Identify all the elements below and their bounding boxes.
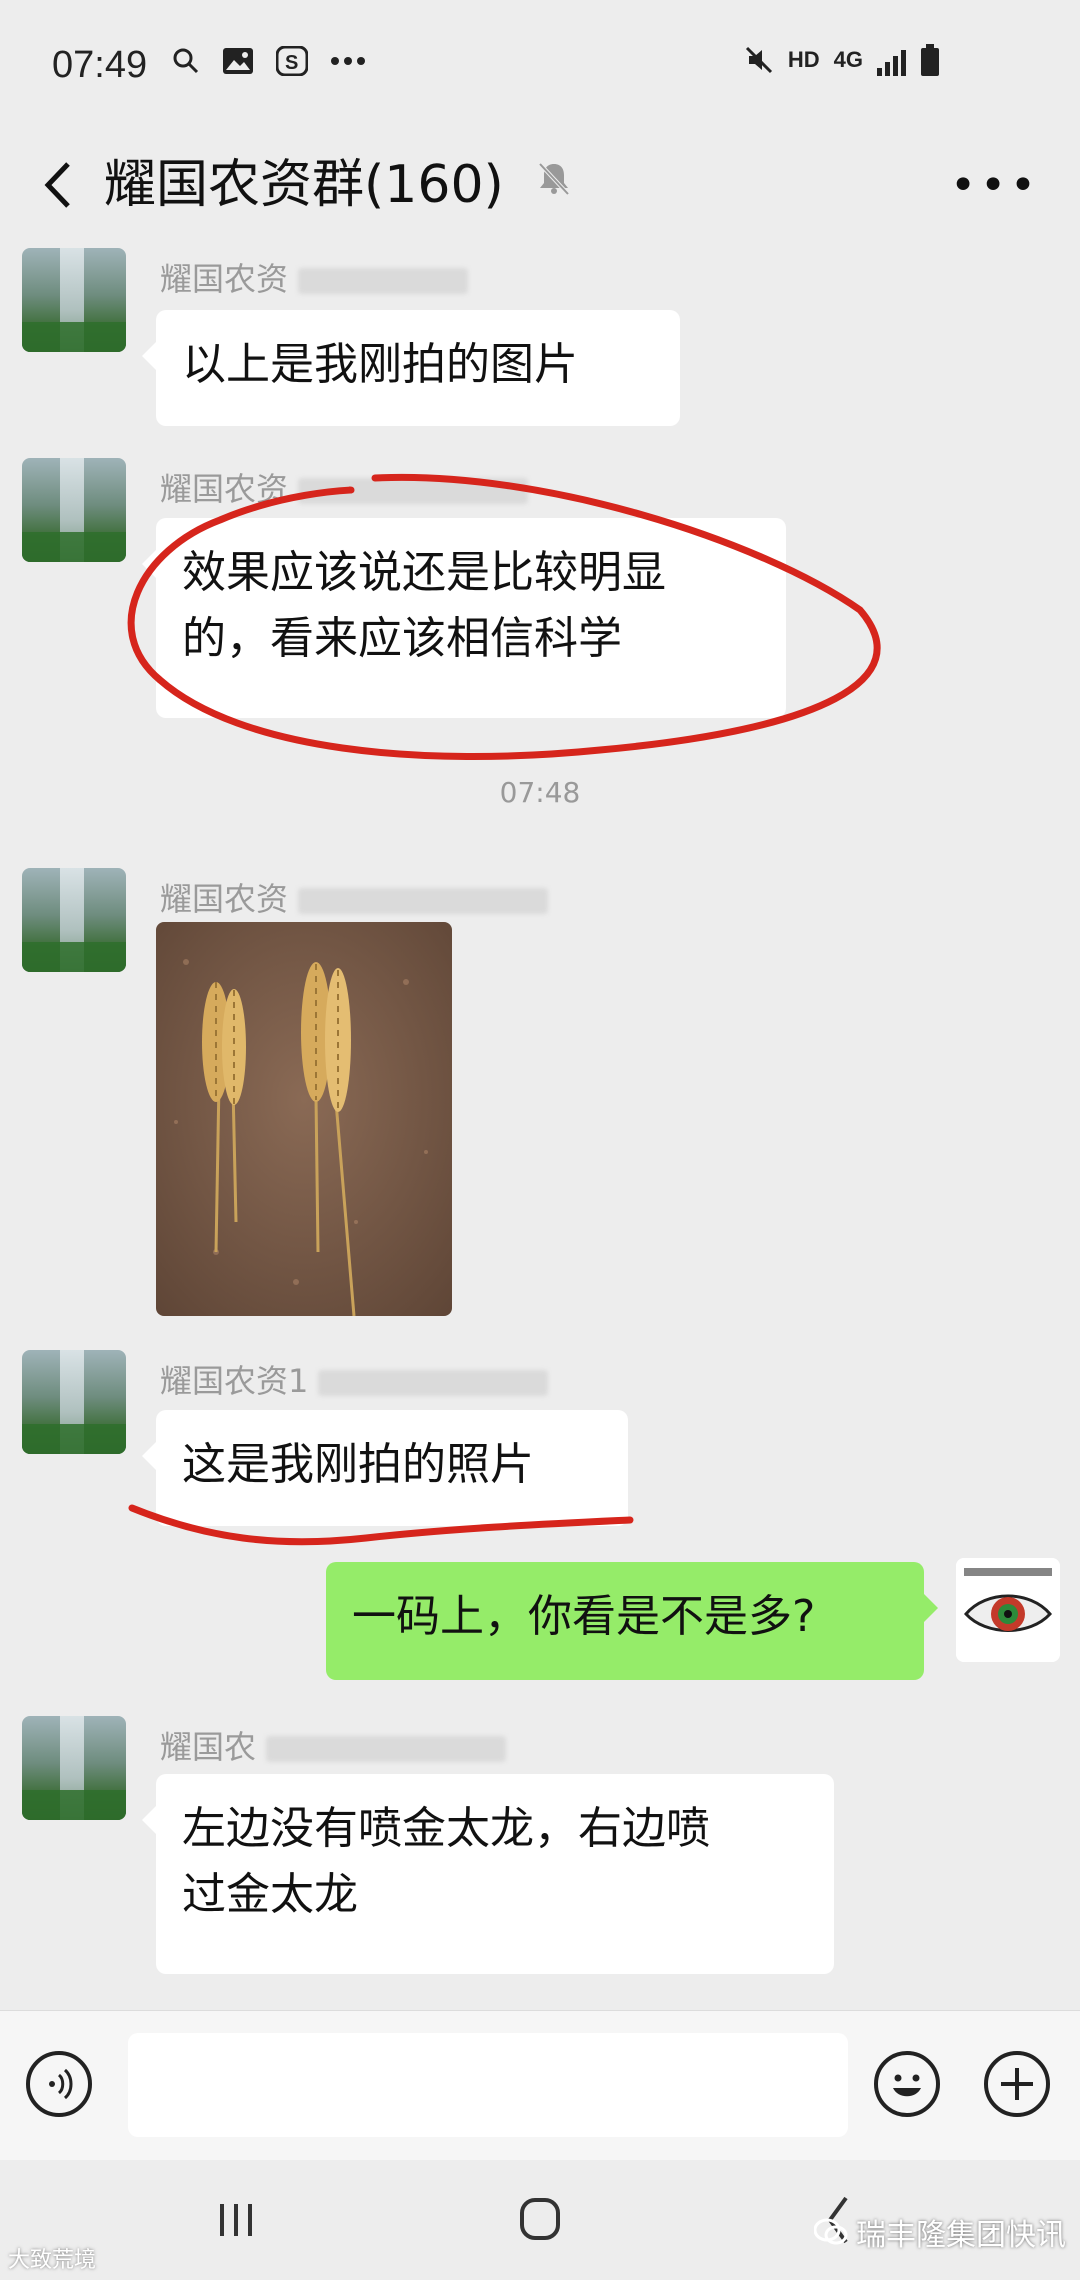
smiley-face-icon — [893, 2074, 921, 2097]
sender-avatar[interactable] — [22, 868, 126, 972]
silent-mode-icon — [745, 46, 772, 74]
sender-avatar[interactable] — [22, 248, 126, 352]
sender-avatar[interactable] — [22, 1716, 126, 1820]
chat-area[interactable]: 耀国农资 以上是我刚拍的图片 耀国农资 效果应该说还是比较明显 的，看来应该相信… — [0, 240, 1080, 2010]
signal-icon — [877, 44, 906, 76]
voice-icon[interactable] — [26, 2051, 92, 2117]
wheat-photo-message[interactable] — [156, 922, 452, 1316]
input-bar — [0, 2010, 1080, 2161]
message-text: 一码上，你看是不是多? — [352, 1591, 816, 1642]
emoji-icon[interactable] — [874, 2051, 940, 2117]
message-bubble[interactable]: 左边没有喷金太龙，右边喷 过金太龙 — [142, 1774, 834, 1974]
watermark-right: 瑞丰隆集团快讯 — [814, 2210, 1066, 2254]
hd-indicator: HD — [787, 47, 820, 72]
gallery-notification-icon — [223, 48, 253, 74]
status-bar: 07:49 S HD 4G — [0, 0, 1080, 130]
sender-avatar[interactable] — [22, 1350, 126, 1454]
sender-name: 耀国农 — [160, 1722, 507, 1768]
wechat-official-icon — [814, 2218, 848, 2245]
sender-name: 耀国农资1 — [160, 1356, 549, 1402]
status-notification-icons: S — [172, 46, 366, 76]
back-arrow-icon[interactable] — [30, 150, 90, 220]
mute-icon — [538, 162, 570, 196]
home-icon[interactable] — [500, 2190, 580, 2250]
self-avatar[interactable] — [956, 1558, 1060, 1662]
recents-icon[interactable] — [196, 2190, 276, 2250]
s-app-notification-icon: S — [276, 46, 308, 76]
wheat-photo — [156, 922, 452, 1316]
sender-avatar[interactable] — [22, 458, 126, 562]
more-icon[interactable]: ••• — [950, 160, 1040, 211]
red-circle-annotation — [127, 473, 881, 761]
message-input[interactable] — [128, 2033, 848, 2137]
sender-name: 耀国农资 — [160, 254, 469, 300]
eye-avatar-image — [956, 1558, 1060, 1662]
voice-wave-icon — [49, 2068, 73, 2100]
search-notification-icon — [173, 48, 199, 74]
red-underline-annotation — [128, 1504, 634, 1546]
plus-cross-icon — [1001, 2068, 1033, 2100]
message-bubble[interactable]: 以上是我刚拍的图片 — [142, 310, 680, 426]
message-text: 以上是我刚拍的图片 — [182, 339, 578, 390]
status-system-icons: HD 4G — [744, 44, 940, 76]
message-text: 这是我刚拍的照片 — [182, 1439, 534, 1490]
system-navigation-bar: 大致荒境 瑞丰隆集团快讯 — [0, 2160, 1080, 2280]
svg-text:S: S — [285, 52, 298, 74]
chat-title: 耀国农资群(160) — [104, 155, 504, 215]
sender-name: 耀国农资 — [160, 874, 549, 920]
more-notifications-icon — [331, 57, 365, 65]
status-time: 07:49 — [52, 44, 148, 86]
message-text-line: 过金太龙 — [182, 1869, 358, 1920]
self-message-bubble[interactable]: 一码上，你看是不是多? — [326, 1562, 938, 1680]
battery-icon — [921, 44, 939, 76]
watermark-left: 大致荒境 — [8, 2248, 97, 2273]
message-text-line: 左边没有喷金太龙，右边喷 — [182, 1803, 710, 1854]
chat-header: 耀国农资群(160) ••• — [0, 130, 1080, 240]
message-timestamp: 07:48 — [499, 776, 581, 809]
plus-icon[interactable] — [984, 2051, 1050, 2117]
network-type: 4G — [833, 47, 863, 72]
